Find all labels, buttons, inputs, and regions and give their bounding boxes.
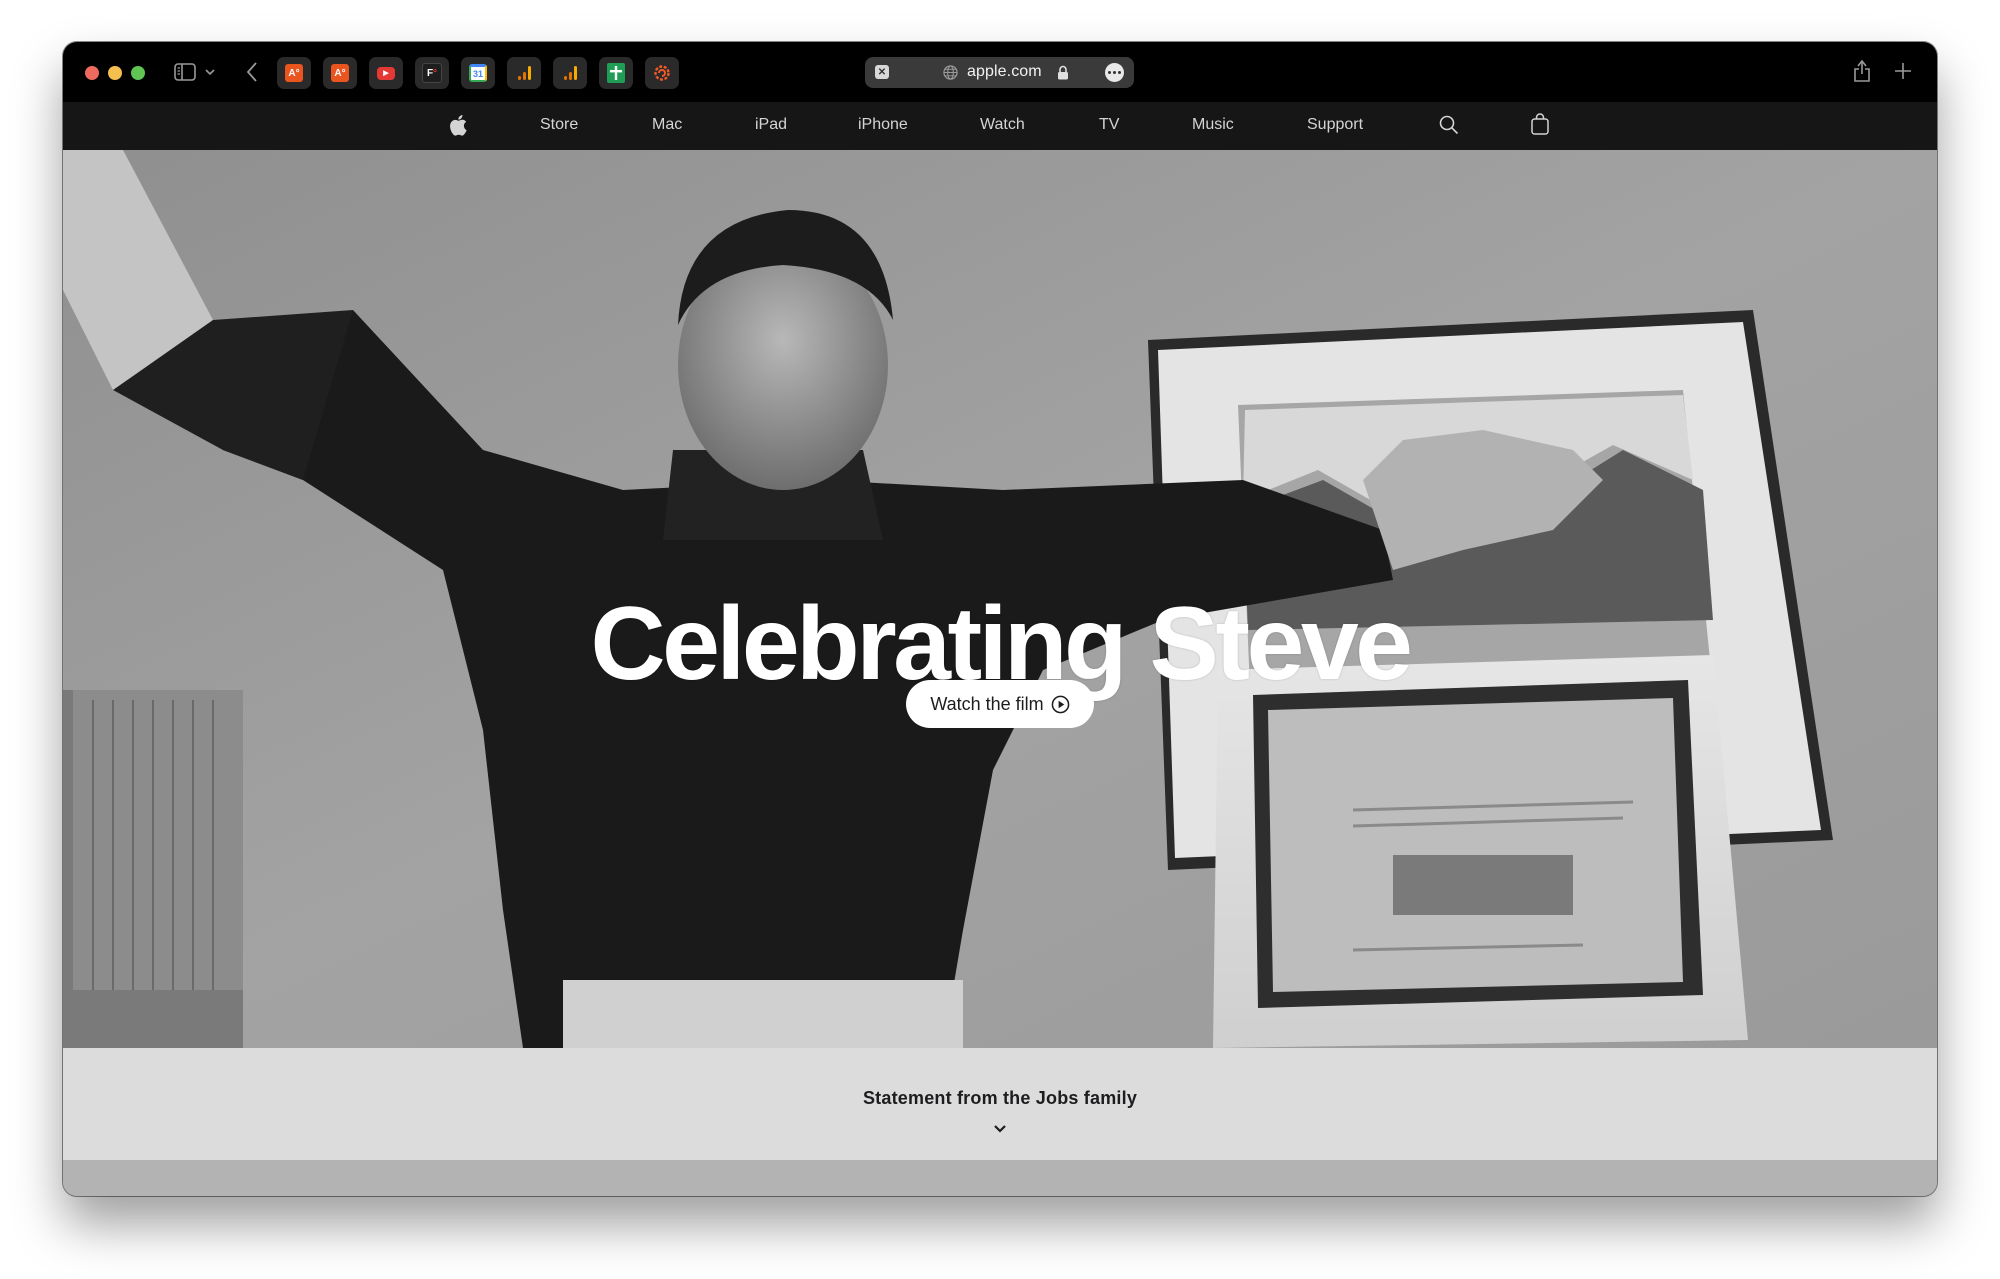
youtube-icon: ▶ — [377, 66, 395, 80]
maximize-window-button[interactable] — [131, 66, 145, 80]
favorite-google-analytics-1[interactable] — [507, 57, 541, 89]
minimize-window-button[interactable] — [108, 66, 122, 80]
favorite-google-calendar[interactable]: 31 — [461, 57, 495, 89]
nav-item-tv[interactable]: TV — [1099, 116, 1119, 134]
back-icon[interactable] — [243, 59, 261, 85]
tab-close-icon[interactable]: ✕ — [875, 65, 889, 79]
play-circle-icon — [1051, 695, 1070, 713]
watch-film-button[interactable]: Watch the film — [906, 680, 1094, 728]
favorite-google-sheets[interactable] — [599, 57, 633, 89]
nav-item-support[interactable]: Support — [1307, 116, 1363, 134]
chevron-down-icon[interactable] — [993, 1124, 1007, 1134]
lock-icon — [1058, 65, 1068, 80]
favorite-adobe-acrobat-2[interactable]: A° — [323, 57, 357, 89]
f-app-icon: F ° — [422, 63, 442, 83]
browser-window: A° A° ▶ F ° 31 ✕ apple.com Store Mac iPa… — [63, 42, 1937, 1196]
close-window-button[interactable] — [85, 66, 99, 80]
favorites-bar: A° A° ▶ F ° 31 — [277, 57, 679, 89]
statement-band: Statement from the Jobs family — [63, 1048, 1937, 1160]
hero-section: Celebrating Steve Watch the film — [63, 150, 1937, 1048]
search-icon[interactable] — [1439, 115, 1459, 136]
global-nav: Store Mac iPad iPhone Watch TV Music Sup… — [63, 102, 1937, 150]
favorite-grafana[interactable] — [645, 57, 679, 89]
url-text: apple.com — [967, 63, 1042, 80]
globe-icon — [943, 65, 958, 80]
share-icon[interactable] — [1851, 57, 1873, 85]
analytics-icon — [518, 66, 531, 80]
nav-item-iphone[interactable]: iPhone — [858, 116, 908, 134]
adobe-icon: A° — [331, 64, 349, 82]
favorite-google-analytics-2[interactable] — [553, 57, 587, 89]
grafana-icon — [654, 65, 670, 81]
watch-film-label: Watch the film — [930, 693, 1044, 714]
adobe-icon: A° — [285, 64, 303, 82]
favorite-youtube[interactable]: ▶ — [369, 57, 403, 89]
nav-item-watch[interactable]: Watch — [980, 116, 1025, 134]
address-bar[interactable]: ✕ apple.com — [865, 57, 1134, 88]
new-tab-icon[interactable] — [1892, 60, 1914, 82]
nav-item-store[interactable]: Store — [540, 116, 578, 134]
analytics-icon — [564, 66, 577, 80]
browser-toolbar: A° A° ▶ F ° 31 ✕ apple.com — [63, 42, 1937, 102]
calendar-icon: 31 — [469, 64, 487, 82]
sheets-icon — [607, 63, 625, 83]
page-menu-icon[interactable] — [1105, 63, 1124, 82]
nav-item-music[interactable]: Music — [1192, 116, 1234, 134]
sidebar-icon[interactable] — [173, 61, 197, 83]
page-bottom-strip — [63, 1160, 1937, 1196]
nav-item-mac[interactable]: Mac — [652, 116, 682, 134]
chevron-down-icon[interactable] — [203, 63, 217, 81]
favorite-f-app[interactable]: F ° — [415, 57, 449, 89]
statement-link[interactable]: Statement from the Jobs family — [63, 1088, 1937, 1109]
bag-icon[interactable] — [1531, 113, 1549, 135]
apple-logo-icon[interactable] — [449, 114, 467, 136]
favorite-adobe-acrobat-1[interactable]: A° — [277, 57, 311, 89]
nav-item-ipad[interactable]: iPad — [755, 116, 787, 134]
